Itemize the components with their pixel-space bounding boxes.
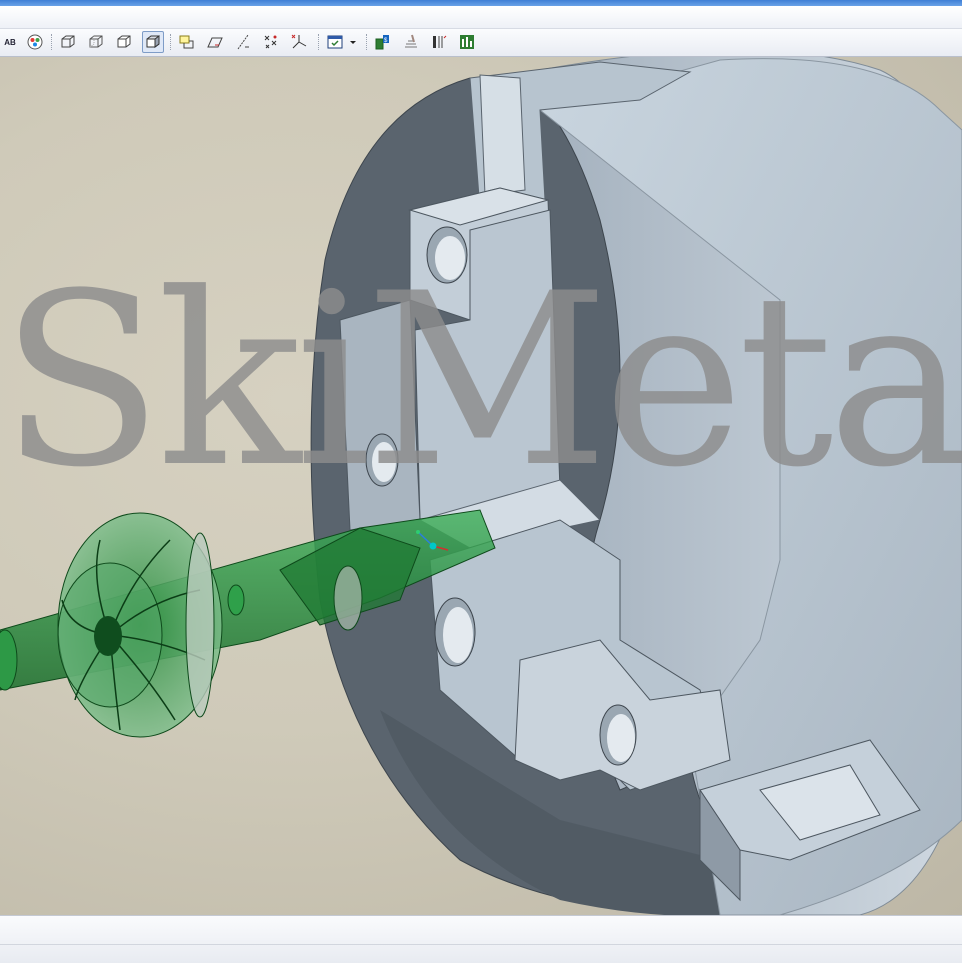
status-bar: [0, 915, 962, 963]
mfg-setup-icon[interactable]: $: [373, 32, 393, 52]
appearance-gallery-icon[interactable]: [25, 32, 45, 52]
toolbar-separator: [318, 34, 320, 50]
toolbar-separator: [51, 34, 53, 50]
annotation-display-label: AB: [4, 37, 16, 47]
view-manager-dropdown-icon[interactable]: [347, 32, 359, 52]
toolbar-separator: [366, 34, 368, 50]
shading-icon[interactable]: [142, 31, 164, 53]
watermark-text: SkiMeta: [0, 243, 962, 520]
datum-planes-display-icon[interactable]: [177, 32, 197, 52]
status-bar-divider: [0, 944, 962, 945]
saved-views-icon[interactable]: [325, 32, 345, 52]
impeller[interactable]: [57, 512, 223, 738]
annotation-display-icon[interactable]: AB: [0, 32, 20, 52]
graphics-viewport[interactable]: SkiMeta: [0, 57, 962, 915]
datum-axes-display-icon[interactable]: [233, 32, 253, 52]
coordinate-systems-display-icon[interactable]: [289, 32, 309, 52]
toolbar: AB $: [0, 29, 962, 57]
datum-points-display-icon[interactable]: [261, 32, 281, 52]
mfg-operation-icon[interactable]: [401, 32, 421, 52]
no-hidden-icon[interactable]: [114, 32, 134, 52]
menu-bar: [0, 6, 962, 29]
mfg-cutline-icon[interactable]: [429, 32, 449, 52]
hidden-line-icon[interactable]: [86, 32, 106, 52]
toolbar-separator: [170, 34, 172, 50]
mfg-sequence-icon[interactable]: [457, 32, 477, 52]
datum-planes-tag-icon[interactable]: [205, 32, 225, 52]
wireframe-icon[interactable]: [58, 32, 78, 52]
